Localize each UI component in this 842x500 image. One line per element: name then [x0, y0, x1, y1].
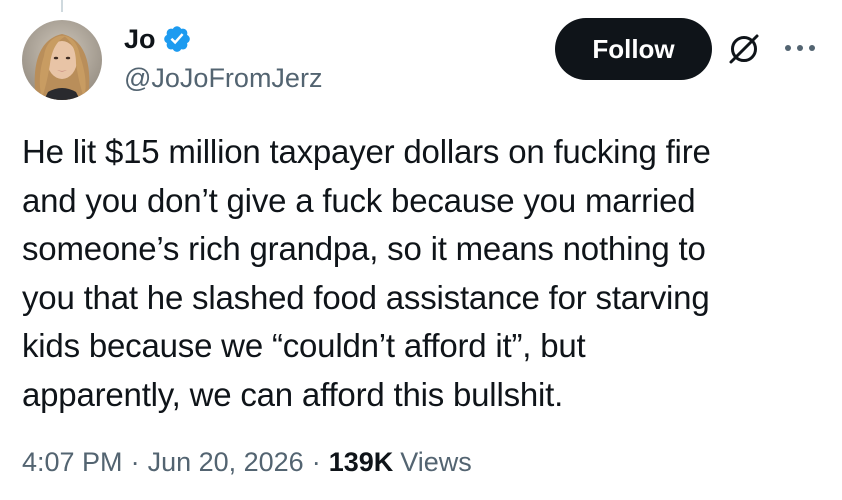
author-handle[interactable]: @JoJoFromJerz [124, 63, 322, 94]
avatar-image [22, 20, 102, 100]
tweet-card: Jo @JoJoFromJerz Follow He lit $15 milli… [0, 0, 842, 500]
author-name-row: Jo [124, 22, 192, 56]
views-label[interactable]: Views [400, 447, 472, 478]
avatar[interactable] [22, 20, 102, 100]
views-count[interactable]: 139K [329, 447, 394, 478]
tweet-text: He lit $15 million taxpayer dollars on f… [22, 133, 711, 413]
meta-separator: · [311, 447, 321, 477]
tweet-metadata: 4:07 PM · Jun 20, 2026 · 139K Views [22, 447, 472, 478]
grok-icon[interactable] [726, 31, 762, 67]
tweet-date[interactable]: Jun 20, 2026 [148, 447, 304, 478]
follow-button[interactable]: Follow [555, 18, 712, 80]
more-options-icon[interactable] [780, 36, 820, 60]
verified-badge-icon [162, 24, 192, 54]
author-display-name[interactable]: Jo [124, 24, 156, 55]
meta-separator: · [130, 447, 140, 477]
tweet-time[interactable]: 4:07 PM [22, 447, 123, 478]
